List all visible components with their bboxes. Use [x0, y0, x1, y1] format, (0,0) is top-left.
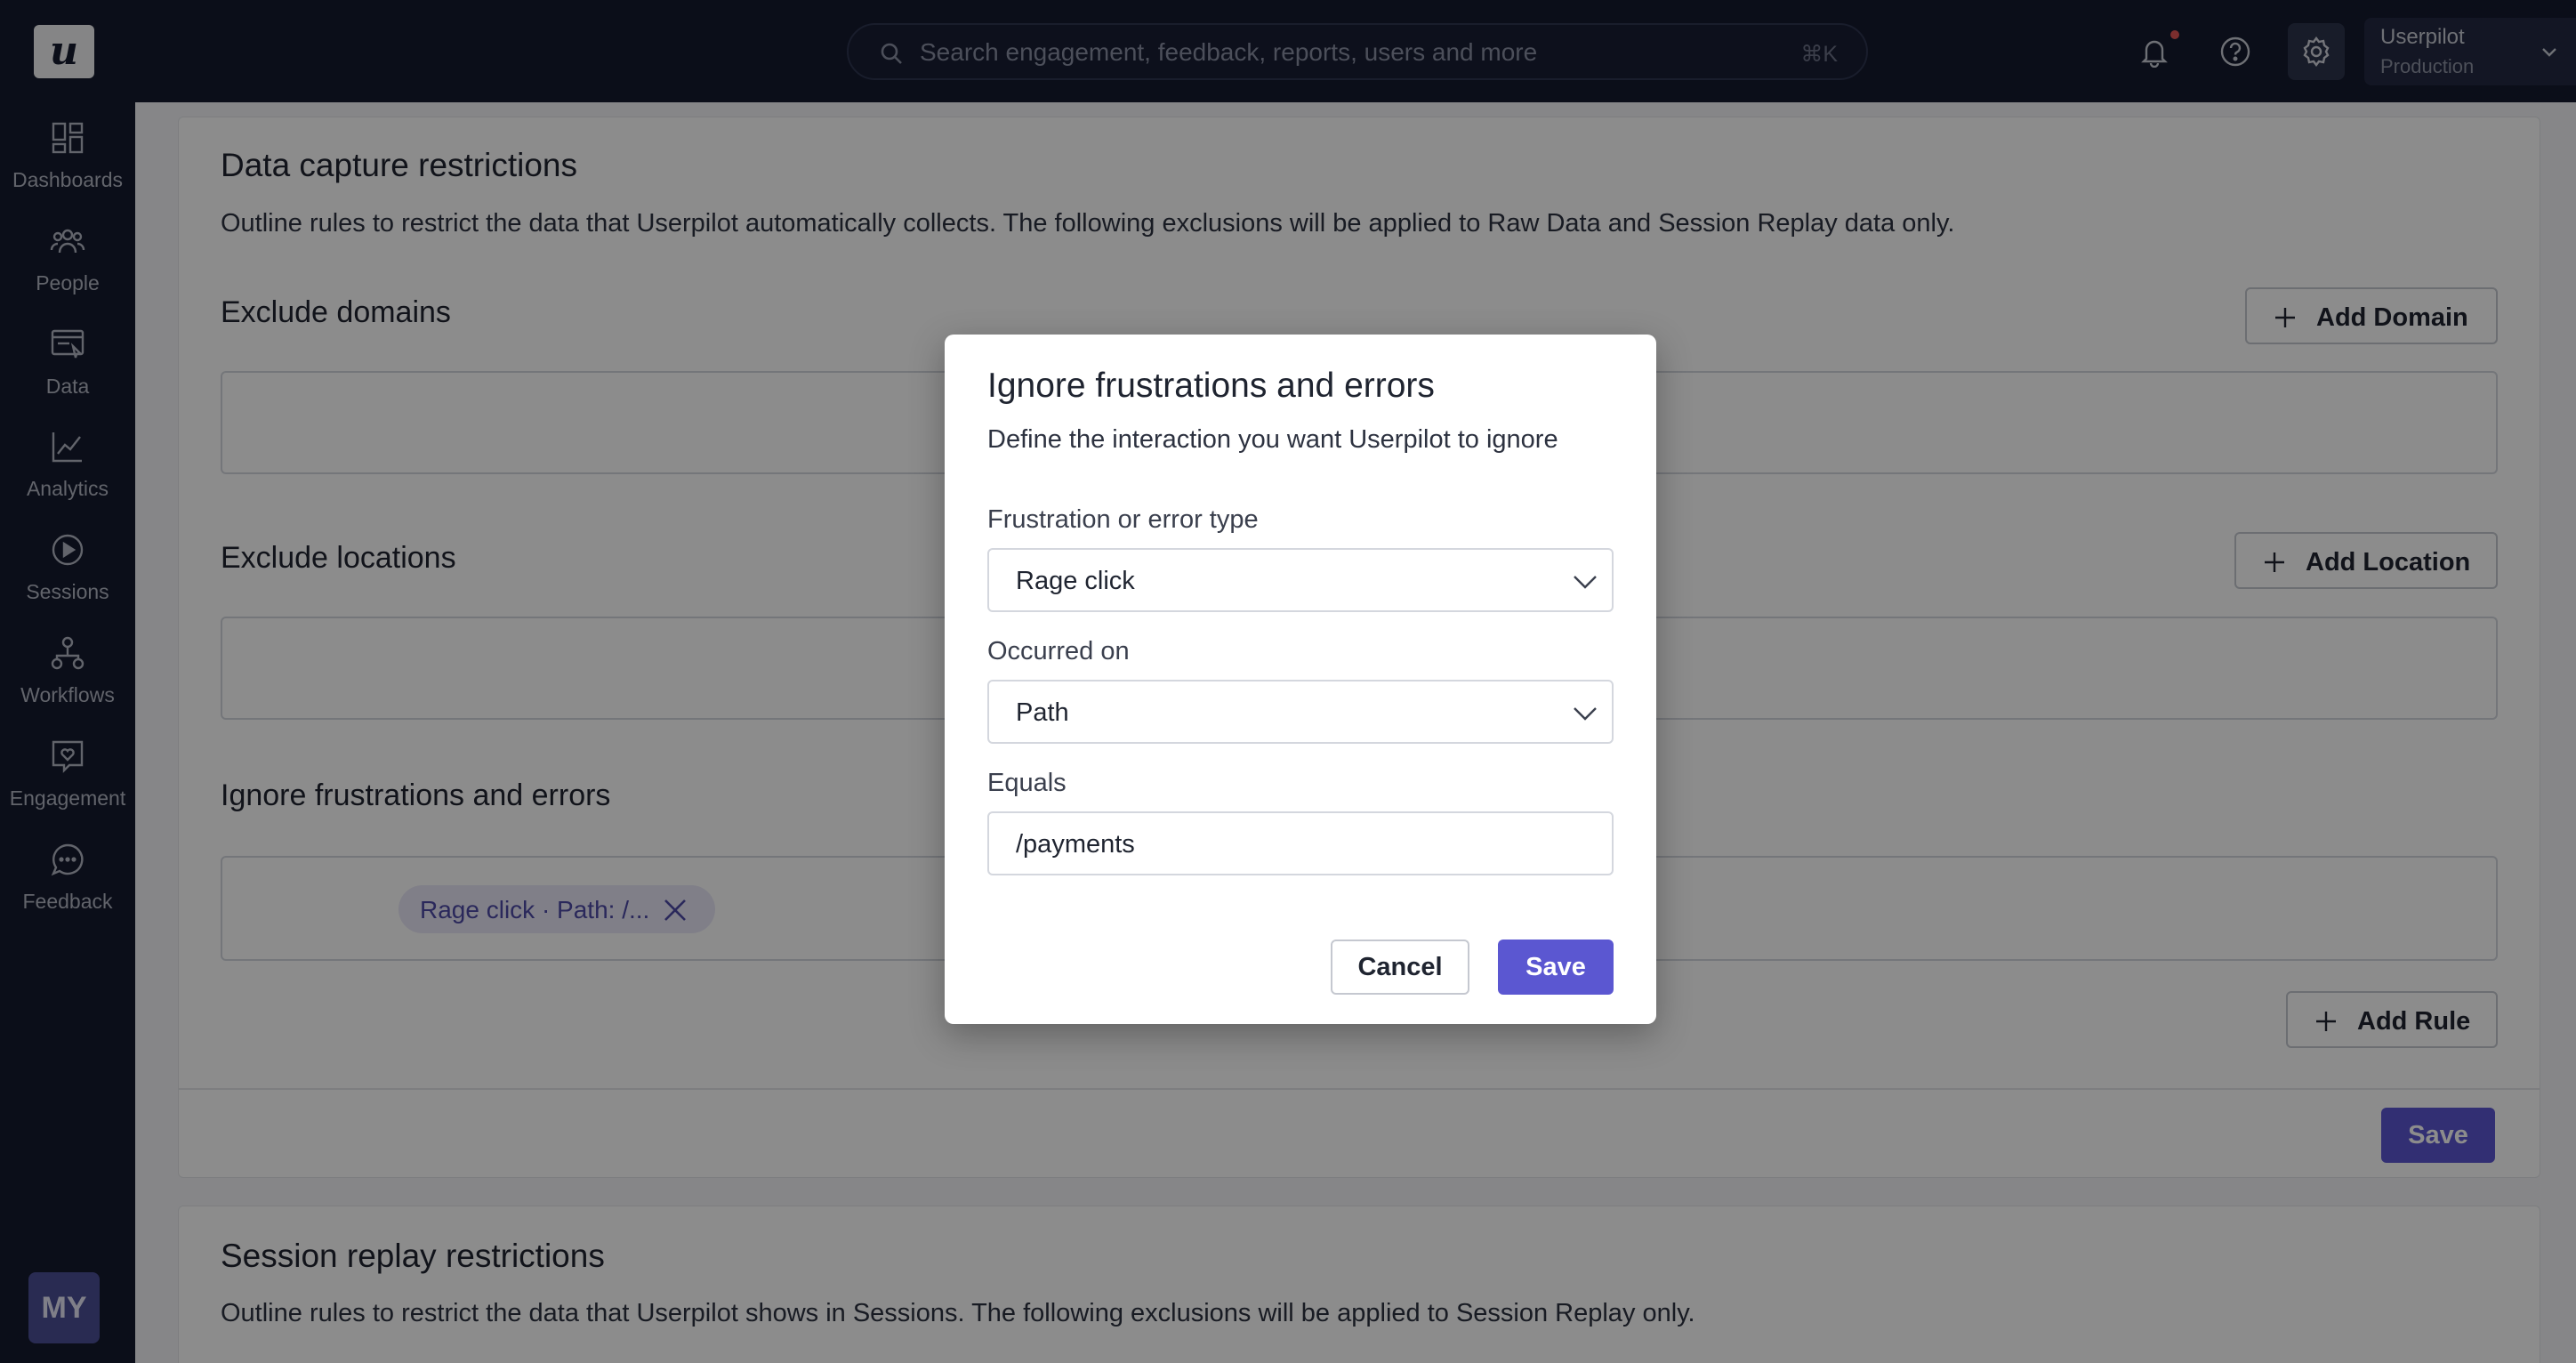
equals-label: Equals — [987, 769, 1067, 797]
select-value: Rage click — [1016, 567, 1135, 595]
input-value: /payments — [1016, 830, 1135, 859]
chevron-down-icon — [1574, 707, 1597, 721]
occurred-on-label: Occurred on — [987, 637, 1130, 665]
modal-title: Ignore frustrations and errors — [987, 367, 1435, 405]
select-value: Path — [1016, 698, 1069, 727]
chevron-down-icon — [1574, 576, 1597, 589]
equals-input[interactable]: /payments — [987, 811, 1614, 875]
ignore-frustrations-modal: Ignore frustrations and errors Define th… — [945, 335, 1656, 1024]
modal-description: Define the interaction you want Userpilo… — [987, 425, 1558, 454]
frustration-type-label: Frustration or error type — [987, 505, 1259, 534]
cancel-button[interactable]: Cancel — [1331, 940, 1469, 995]
frustration-type-select[interactable]: Rage click — [987, 548, 1614, 612]
occurred-on-select[interactable]: Path — [987, 680, 1614, 744]
modal-save-button[interactable]: Save — [1498, 940, 1614, 995]
